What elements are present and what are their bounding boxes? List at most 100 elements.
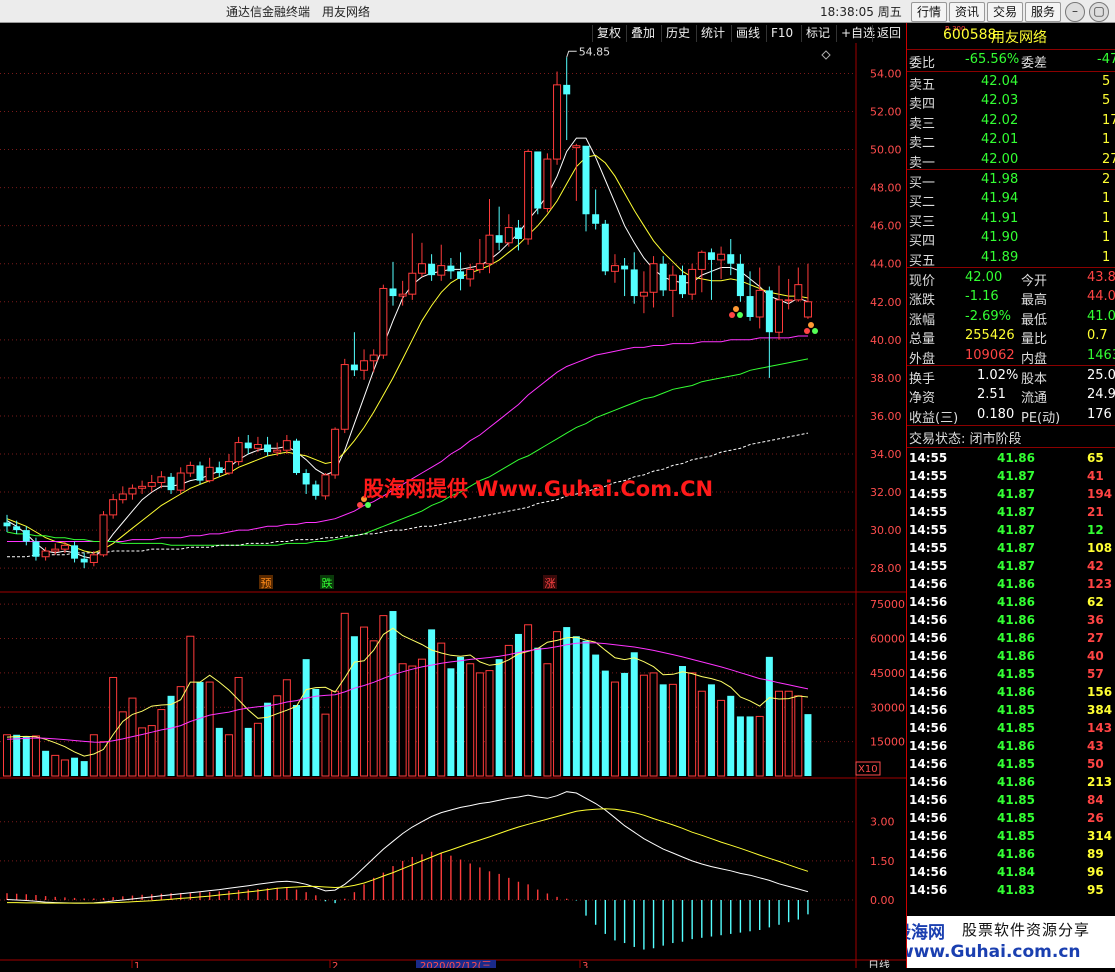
- price-tick-label: 44.00: [870, 258, 902, 271]
- fin-value: 24.9: [1087, 387, 1115, 403]
- volume-bar: [428, 629, 436, 776]
- candle-body: [176, 472, 185, 491]
- volume-bar: [369, 640, 378, 777]
- stat-label: 最低: [1021, 312, 1048, 328]
- toolbar-draw[interactable]: 画线: [731, 25, 764, 42]
- tick-volume: 108: [1087, 541, 1113, 555]
- stat-label: 涨幅: [909, 312, 936, 328]
- tick-volume: 95: [1087, 883, 1104, 897]
- order-price: 42.01: [981, 132, 1019, 148]
- sell-row: 卖一 42.00 27: [907, 151, 1115, 171]
- volume-bar: [707, 684, 715, 776]
- candle-body: [582, 145, 590, 215]
- tick-row: 14:56 41.85 143: [907, 720, 1115, 738]
- candle-body: [736, 263, 744, 297]
- kline-chart[interactable]: 54.00 52.00 50.00 48.00 46.00 44.00 42.00 40.00…: [0, 43, 906, 972]
- toolbar-history[interactable]: 历史: [661, 25, 694, 42]
- fin-row: 换手 1.02% 股本 25.0: [907, 367, 1115, 387]
- volume-tick-label: 45000: [870, 667, 905, 680]
- order-label: 买四: [909, 234, 936, 250]
- toolbar-f10[interactable]: F10: [766, 25, 797, 42]
- order-volume: 17: [1102, 112, 1115, 128]
- tick-row: 14:55 41.87 42: [907, 558, 1115, 576]
- x-tick-label: 2: [332, 961, 338, 968]
- volume-bar: [224, 734, 233, 777]
- volume-bar: [524, 624, 533, 777]
- tick-time: 14:56: [909, 865, 948, 879]
- order-label: 买五: [909, 253, 936, 269]
- tick-volume: 50: [1087, 757, 1104, 771]
- macd-tick-label: 0.00: [870, 894, 895, 907]
- candle-body: [389, 288, 397, 297]
- volume-bar: [659, 684, 667, 776]
- macd-tick-label: 1.50: [870, 855, 895, 868]
- fin-row: 净资 2.51 流通 24.9: [907, 386, 1115, 406]
- tick-volume: 65: [1087, 451, 1104, 465]
- trade-button[interactable]: 交易: [987, 2, 1023, 22]
- period-label: 日线: [868, 958, 890, 968]
- stock-name[interactable]: 用友网络: [991, 27, 1047, 47]
- tick-volume: 21: [1087, 505, 1104, 519]
- stock-code[interactable]: 600588: [943, 27, 996, 43]
- tick-price: 41.87: [997, 523, 1035, 537]
- price-tick-label: 28.00: [870, 562, 902, 575]
- footer-tagline: 股票软件资源分享: [962, 921, 1091, 939]
- fin-label: 换手: [909, 372, 936, 387]
- toolbar-stats[interactable]: 统计: [696, 25, 729, 42]
- minimize-icon[interactable]: –: [1065, 2, 1085, 22]
- candle-body: [485, 234, 494, 265]
- stat-row: 总量 255426 量比 0.7: [907, 327, 1115, 347]
- candle-body: [253, 443, 262, 449]
- volume-bar: [80, 761, 88, 776]
- volume-bar: [60, 759, 69, 777]
- candle-body: [273, 449, 282, 453]
- tick-time: 14:56: [909, 847, 948, 861]
- tick-row: 14:56 41.86 27: [907, 630, 1115, 648]
- volume-bar: [196, 682, 204, 776]
- toolbar-overlay[interactable]: 叠加: [626, 25, 659, 42]
- tick-price: 41.86: [997, 595, 1035, 609]
- signal-dot-icon: [737, 312, 743, 318]
- macd-line: [6, 791, 809, 904]
- volume-bar: [688, 672, 697, 777]
- toolbar-back[interactable]: 返回: [872, 25, 905, 42]
- toolbar-fuquan[interactable]: 复权: [592, 25, 625, 42]
- tick-time: 14:56: [909, 829, 948, 843]
- macd-line: [7, 808, 809, 904]
- sell-row: 卖二 42.01 1: [907, 131, 1115, 151]
- volume-ma-line: [6, 627, 809, 757]
- volume-bar: [649, 672, 658, 777]
- restore-icon[interactable]: ▢: [1089, 2, 1109, 22]
- price-tick-label: 40.00: [870, 334, 902, 347]
- tick-price: 41.86: [997, 451, 1035, 465]
- volume-bar: [51, 754, 60, 777]
- tick-volume: 41: [1087, 469, 1104, 483]
- order-price: 42.00: [981, 151, 1019, 167]
- volume-bar: [504, 644, 513, 777]
- candle-body: [22, 530, 30, 542]
- price-tick-label: 46.00: [870, 220, 902, 233]
- market-button[interactable]: 行情: [911, 2, 947, 22]
- quote-panel: R 300 600588 用友网络 委比 -65.56% 委差 -47 卖五 42…: [906, 23, 1115, 968]
- order-price: 42.03: [981, 93, 1019, 109]
- candle-body: [659, 263, 667, 291]
- candle-body: [360, 360, 369, 371]
- volume-unit-label: X10: [858, 764, 878, 775]
- volume-bar: [89, 734, 98, 777]
- chart-area[interactable]: 54.00 52.00 50.00 48.00 46.00 44.00 42.00 40.00…: [0, 43, 906, 972]
- candle-body: [534, 151, 542, 209]
- volume-bar: [736, 716, 744, 776]
- candle-body: [99, 514, 108, 556]
- candle-body: [417, 263, 426, 274]
- volume-bar: [592, 654, 600, 776]
- fin-label: 收益(三): [909, 410, 959, 426]
- volume-bar: [630, 652, 638, 776]
- toolbar-mark[interactable]: 标记: [801, 25, 834, 42]
- price-tick-label: 32.00: [870, 486, 902, 499]
- news-button[interactable]: 资讯: [949, 2, 985, 22]
- service-button[interactable]: 服务: [1025, 2, 1061, 22]
- signal-dot-icon: [808, 322, 814, 328]
- tick-time: 14:56: [909, 577, 948, 591]
- candle-body: [746, 296, 754, 317]
- volume-bar: [293, 704, 300, 776]
